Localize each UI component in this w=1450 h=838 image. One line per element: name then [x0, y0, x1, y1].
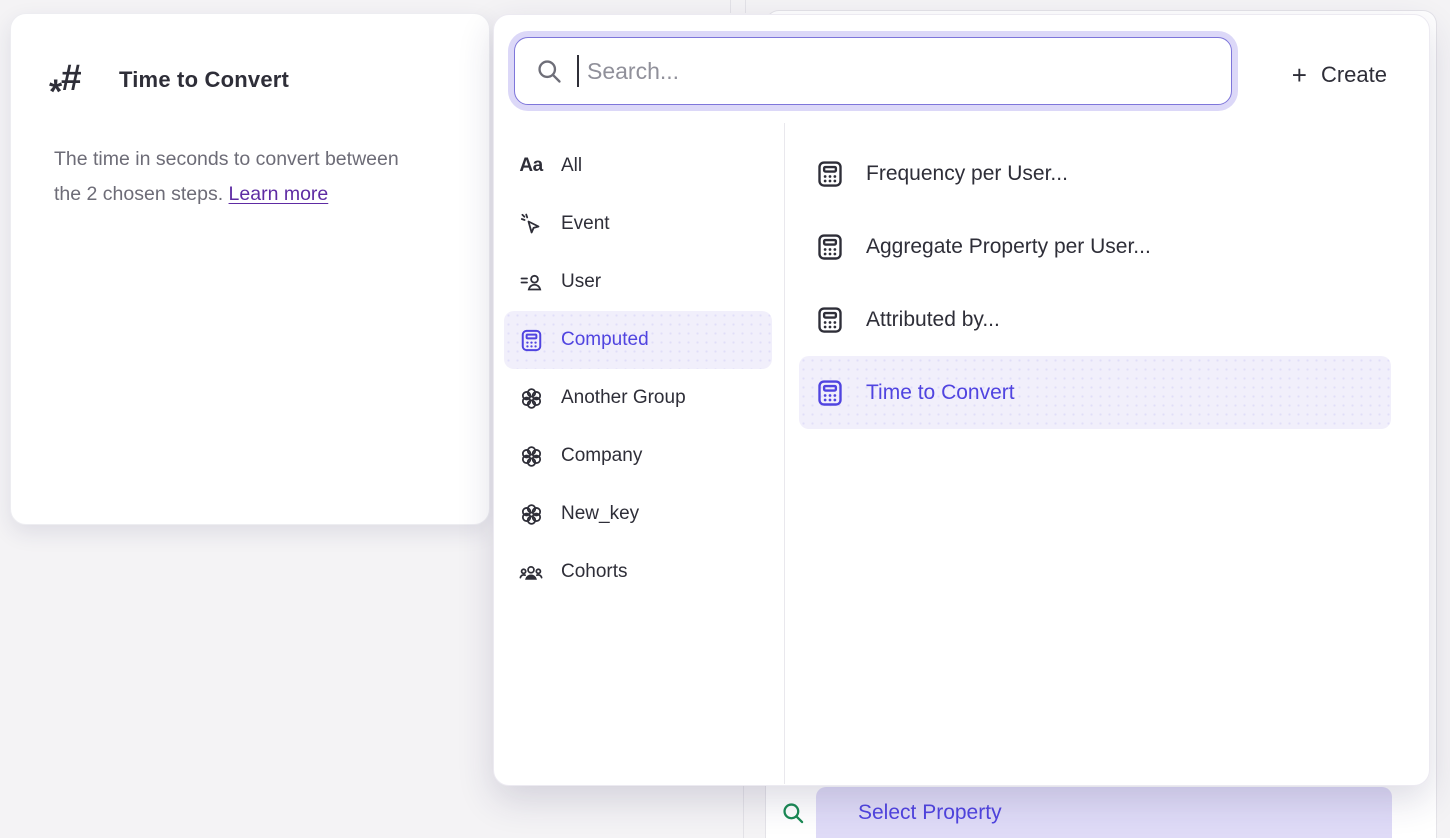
category-list: Aa All Event: [504, 137, 772, 601]
group-flower-icon: [518, 386, 544, 411]
result-label: Time to Convert: [866, 381, 1015, 405]
category-item-all[interactable]: Aa All: [504, 137, 772, 195]
select-property-button[interactable]: Select Property: [816, 787, 1392, 838]
tooltip-title: Time to Convert: [119, 67, 289, 93]
screen: Select Property * # Time to Convert The …: [0, 0, 1450, 838]
select-property-row: Select Property: [778, 787, 1392, 838]
user-list-icon: [518, 270, 544, 294]
calculator-icon: [815, 305, 845, 335]
category-label: User: [561, 271, 601, 293]
numeric-hash-icon: * #: [55, 58, 91, 102]
result-item-attributed-by[interactable]: Attributed by...: [799, 283, 1391, 356]
calculator-icon: [518, 328, 544, 353]
category-item-event[interactable]: Event: [504, 195, 772, 253]
category-item-computed[interactable]: Computed: [504, 311, 772, 369]
learn-more-link[interactable]: Learn more: [229, 183, 329, 205]
result-item-aggregate-property-per-user[interactable]: Aggregate Property per User...: [799, 210, 1391, 283]
background-divider: [745, 0, 746, 13]
category-item-new-key[interactable]: New_key: [504, 485, 772, 543]
tooltip-description: The time in seconds to convert between t…: [11, 102, 489, 212]
result-item-frequency-per-user[interactable]: Frequency per User...: [799, 137, 1391, 210]
result-item-time-to-convert[interactable]: Time to Convert: [799, 356, 1391, 429]
background-divider: [730, 0, 731, 13]
search-icon: [535, 57, 563, 85]
category-label: Another Group: [561, 387, 686, 409]
panel-divider: [784, 123, 785, 784]
category-item-user[interactable]: User: [504, 253, 772, 311]
event-cursor-icon: [518, 212, 544, 236]
background-divider: [743, 786, 744, 838]
text-aa-icon: Aa: [518, 155, 544, 177]
category-label: Company: [561, 445, 642, 467]
calculator-icon: [815, 378, 845, 408]
results-list: Frequency per User... Aggregate Property…: [799, 137, 1391, 429]
create-button-label: Create: [1321, 62, 1387, 88]
property-tooltip-card: * # Time to Convert The time in seconds …: [10, 13, 490, 525]
result-label: Aggregate Property per User...: [866, 235, 1151, 259]
plus-icon: +: [1292, 62, 1307, 88]
text-cursor: [577, 55, 579, 87]
category-label: Cohorts: [561, 561, 628, 583]
result-label: Frequency per User...: [866, 162, 1068, 186]
create-button[interactable]: + Create: [1292, 57, 1387, 93]
calculator-icon: [815, 232, 845, 262]
group-flower-icon: [518, 444, 544, 469]
description-line-1: The time in seconds to convert between: [54, 148, 399, 170]
group-flower-icon: [518, 502, 544, 527]
property-picker-dropdown: Search... + Create Aa All: [493, 14, 1430, 786]
search-placeholder: Search...: [587, 58, 679, 85]
result-label: Attributed by...: [866, 308, 1000, 332]
description-line-2: the 2 chosen steps.: [54, 183, 223, 205]
search-input[interactable]: Search...: [514, 37, 1232, 105]
category-label: Computed: [561, 329, 649, 351]
cohort-people-icon: [518, 559, 544, 585]
search-focus-ring: Search...: [508, 31, 1238, 111]
calculator-icon: [815, 159, 845, 189]
category-label: New_key: [561, 503, 639, 525]
tooltip-header: * # Time to Convert: [11, 14, 489, 102]
category-item-cohorts[interactable]: Cohorts: [504, 543, 772, 601]
search-icon: [780, 800, 806, 826]
category-item-another-group[interactable]: Another Group: [504, 369, 772, 427]
category-item-company[interactable]: Company: [504, 427, 772, 485]
category-label: All: [561, 155, 582, 177]
select-property-label: Select Property: [858, 801, 1002, 825]
category-label: Event: [561, 213, 610, 235]
